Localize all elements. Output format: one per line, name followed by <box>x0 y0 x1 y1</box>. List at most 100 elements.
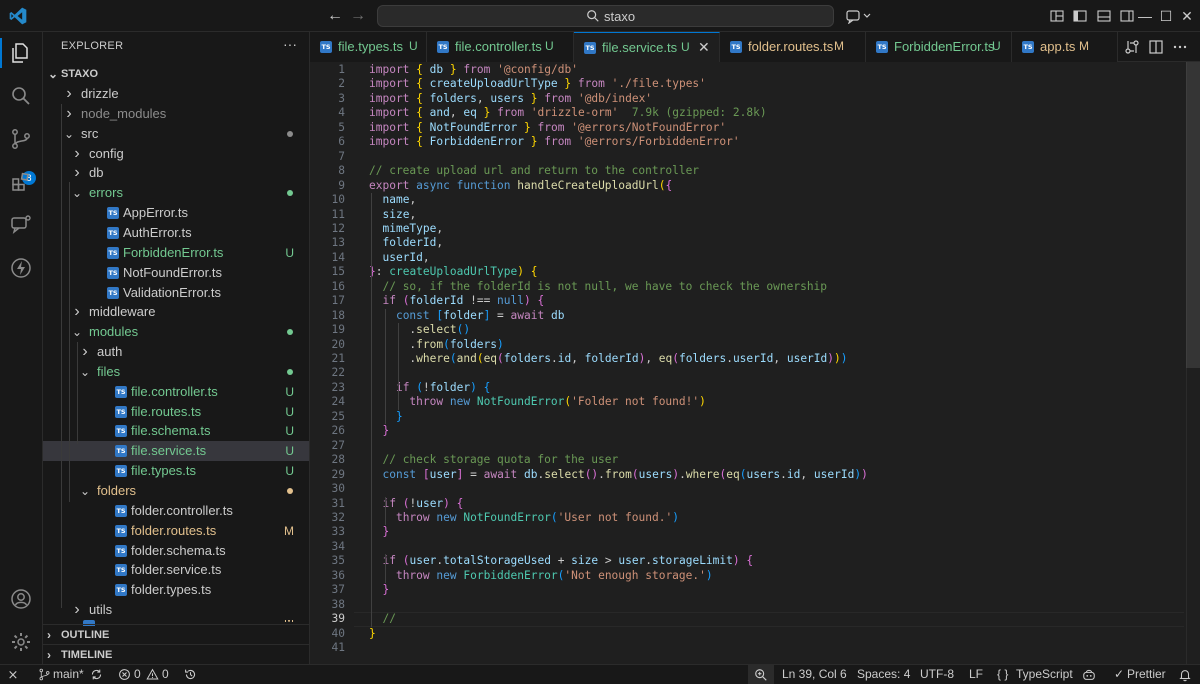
code-line[interactable]: // so, if the folderId is not null, we h… <box>369 280 827 294</box>
folder-item[interactable]: › config <box>43 144 309 164</box>
copilot-icon[interactable] <box>845 8 861 24</box>
copilot-chat-icon[interactable] <box>9 213 33 237</box>
code-line[interactable]: size, <box>369 208 416 222</box>
more-actions-button[interactable]: ··· <box>283 36 297 52</box>
code-line[interactable]: throw new NotFoundError('Folder not foun… <box>369 395 705 409</box>
encoding[interactable]: UTF-8 <box>920 665 954 684</box>
code-line[interactable]: import { ForbiddenError } from '@errors/… <box>369 135 740 149</box>
code-line[interactable]: if (!user) { <box>369 497 463 511</box>
code-line[interactable]: import { NotFoundError } from '@errors/N… <box>369 121 726 135</box>
command-center-search[interactable]: staxo <box>377 5 834 27</box>
code-line[interactable]: userId, <box>369 251 429 265</box>
explorer-icon[interactable] <box>9 41 33 65</box>
end-of-line[interactable]: LF <box>969 665 983 684</box>
settings-gear-icon[interactable] <box>9 630 33 654</box>
file-item[interactable]: TS file.routes.ts U <box>43 402 309 422</box>
folder-item[interactable]: ⌄ errors <box>43 183 309 203</box>
code-line[interactable]: // <box>369 612 395 626</box>
close-window-button[interactable]: ✕ <box>1177 6 1197 26</box>
editor-scrollbar[interactable] <box>1186 62 1200 664</box>
editor-tab[interactable]: TS file.types.ts U <box>310 32 427 62</box>
file-item[interactable]: TS NotFoundError.ts <box>43 263 309 283</box>
toggle-primary-sidebar-icon[interactable] <box>1072 8 1088 24</box>
code-line[interactable]: }: createUploadUrlType) { <box>369 265 537 279</box>
code-line[interactable]: } <box>369 525 389 539</box>
code-line[interactable]: } <box>369 424 389 438</box>
cursor-position[interactable]: Ln 39, Col 6 <box>782 665 847 684</box>
folder-item[interactable]: › auth <box>43 342 309 362</box>
customize-layout-icon[interactable] <box>1049 8 1065 24</box>
file-item[interactable]: TS ValidationError.ts <box>43 283 309 303</box>
code-line[interactable]: throw new NotFoundError('User not found.… <box>369 511 679 525</box>
file-item[interactable]: TS file.service.ts U <box>43 441 309 462</box>
code-line[interactable]: import { and, eq } from 'drizzle-orm' 7.… <box>369 106 767 120</box>
indentation[interactable]: Spaces: 4 <box>857 665 910 684</box>
folder-item[interactable]: ⌄ files <box>43 362 309 382</box>
toggle-panel-icon[interactable] <box>1096 8 1112 24</box>
extensions-icon[interactable] <box>9 170 33 194</box>
code-line[interactable]: .from(folders) <box>369 338 503 352</box>
search-icon[interactable] <box>9 84 33 108</box>
maximize-button[interactable]: ☐ <box>1156 6 1176 26</box>
folder-item[interactable]: ⌄ modules <box>43 322 309 342</box>
open-changes-icon[interactable] <box>1124 39 1140 55</box>
code-line[interactable]: import { folders, users } from '@db/inde… <box>369 92 652 106</box>
file-item[interactable]: TS file.types.ts U <box>43 461 309 481</box>
folder-item[interactable]: ⌄ src <box>43 124 309 144</box>
code-line[interactable]: mimeType, <box>369 222 443 236</box>
code-line[interactable]: .where(and(eq(folders.id, folderId), eq(… <box>369 352 847 366</box>
file-item[interactable]: TS folder.types.ts <box>43 580 309 600</box>
more-actions-icon[interactable] <box>1172 39 1188 55</box>
timeline-section[interactable]: › TIMELINE <box>43 644 309 664</box>
remote-indicator[interactable]: ⨯ <box>0 665 26 684</box>
workspace-root[interactable]: ⌄ STAXO <box>43 64 309 84</box>
file-item[interactable]: TS folder.service.ts <box>43 560 309 580</box>
file-item[interactable]: TS AppError.ts <box>43 203 309 223</box>
folder-item[interactable]: › middleware <box>43 302 309 322</box>
file-item[interactable]: TS folder.controller.ts <box>43 501 309 521</box>
code-line[interactable]: } <box>369 410 403 424</box>
account-icon[interactable] <box>9 587 33 611</box>
code-line[interactable]: import { createUploadUrlType } from './f… <box>369 77 706 91</box>
folder-item[interactable]: › utils <box>43 600 309 620</box>
code-line[interactable]: name, <box>369 193 416 207</box>
file-item[interactable]: TS ForbiddenError.ts U <box>43 243 309 263</box>
close-tab-icon[interactable]: ✕ <box>698 39 710 56</box>
code-line[interactable]: } <box>369 627 376 641</box>
folder-item[interactable]: › db <box>43 163 309 183</box>
chevron-down-icon[interactable] <box>862 8 872 24</box>
forward-button[interactable]: → <box>347 5 369 27</box>
sync-icon[interactable] <box>90 668 103 681</box>
code-line[interactable]: // create upload url and return to the c… <box>369 164 699 178</box>
code-line[interactable]: export async function handleCreateUpload… <box>369 179 672 193</box>
thunder-client-icon[interactable] <box>9 256 33 280</box>
split-editor-icon[interactable] <box>1148 39 1164 55</box>
editor-tab[interactable]: TS folder.routes.ts M <box>720 32 866 62</box>
scrollbar-thumb[interactable] <box>1186 62 1200 368</box>
code-line[interactable]: if (!folder) { <box>369 381 490 395</box>
editor-tab[interactable]: TS ForbiddenError.ts U <box>866 32 1012 62</box>
code-editor[interactable]: 1 2 3 4 5 6 7 8 9 10 11 12 13 14 15 16 17 18 19 20 21 22 23 24 2… <box>310 62 1200 664</box>
copilot-status-icon[interactable] <box>1082 668 1096 682</box>
notifications-bell-icon[interactable] <box>1178 668 1192 682</box>
language-mode[interactable]: TypeScript <box>1016 665 1073 684</box>
code-line[interactable]: throw new ForbiddenError('Not enough sto… <box>369 569 713 583</box>
folder-item[interactable]: › node_modules <box>43 104 309 124</box>
code-line[interactable]: } <box>369 583 389 597</box>
back-button[interactable]: ← <box>324 5 346 27</box>
code-line[interactable]: // check storage quota for the user <box>369 453 618 467</box>
code-line[interactable]: import { db } from '@config/db' <box>369 63 578 77</box>
code-line[interactable]: const [user] = await db.select().from(us… <box>369 468 867 482</box>
editor-tab[interactable]: TS file.service.ts U ✕ <box>574 32 720 62</box>
folder-item[interactable]: › drizzle <box>43 84 309 104</box>
code-line[interactable]: folderId, <box>369 236 443 250</box>
source-control-icon[interactable] <box>9 127 33 151</box>
file-item[interactable]: TS folder.routes.ts M <box>43 521 309 541</box>
zoom-button[interactable] <box>748 665 774 684</box>
editor-tab[interactable]: TS file.controller.ts U <box>427 32 574 62</box>
file-item[interactable]: TS file.schema.ts U <box>43 421 309 441</box>
file-item[interactable]: TS folder.schema.ts <box>43 541 309 561</box>
code-line[interactable]: if (user.totalStorageUsed + size > user.… <box>369 554 753 568</box>
file-item[interactable]: TS file.controller.ts U <box>43 382 309 402</box>
folder-item[interactable]: ⌄ folders <box>43 481 309 501</box>
